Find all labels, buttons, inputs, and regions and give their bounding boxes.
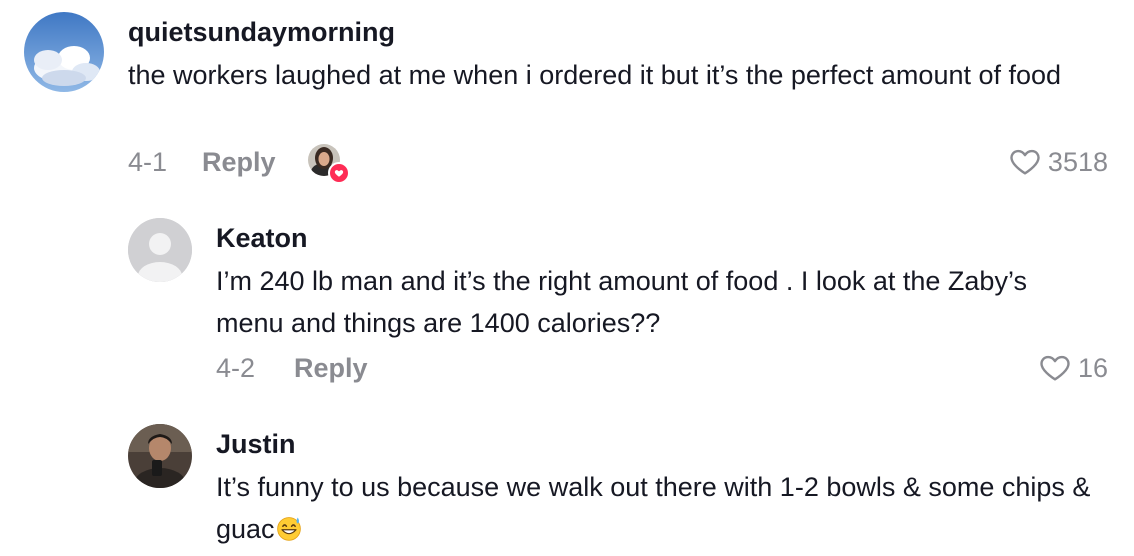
sweat-smile-emoji bbox=[275, 512, 303, 554]
avatar[interactable] bbox=[128, 218, 192, 282]
comment-text: I’m 240 lb man and it’s the right amount… bbox=[216, 266, 1027, 338]
comment-date: 4-2 bbox=[216, 353, 256, 383]
comment-username[interactable]: Keaton bbox=[216, 222, 308, 254]
heart-outline-icon bbox=[1040, 355, 1070, 381]
reply-button[interactable]: Reply bbox=[202, 146, 276, 178]
like-count: 16 bbox=[1077, 353, 1108, 383]
avatar[interactable] bbox=[128, 424, 192, 488]
comment-username[interactable]: Justin bbox=[216, 428, 296, 460]
comment-date: 4-1 bbox=[128, 147, 168, 177]
reply-button[interactable]: Reply bbox=[294, 352, 368, 384]
like-button[interactable]: 3518 bbox=[1008, 146, 1108, 178]
default-user-avatar-icon bbox=[128, 218, 192, 282]
heart-outline-icon bbox=[1010, 149, 1040, 175]
creator-liked-badge bbox=[308, 144, 350, 184]
sky-clouds-avatar-image bbox=[24, 12, 104, 92]
comment-username[interactable]: quietsundaymorning bbox=[128, 16, 395, 48]
heart-icon bbox=[328, 162, 350, 184]
avatar[interactable] bbox=[24, 12, 104, 92]
comment-text: the workers laughed at me when i ordered… bbox=[128, 60, 1062, 90]
like-count: 3518 bbox=[1047, 147, 1108, 177]
comment-text: It’s funny to us because we walk out the… bbox=[216, 466, 1096, 554]
comment-text-body: It’s funny to us because we walk out the… bbox=[216, 472, 1091, 544]
like-button[interactable]: 16 bbox=[1038, 352, 1108, 384]
user-photo-avatar-image bbox=[128, 424, 192, 488]
